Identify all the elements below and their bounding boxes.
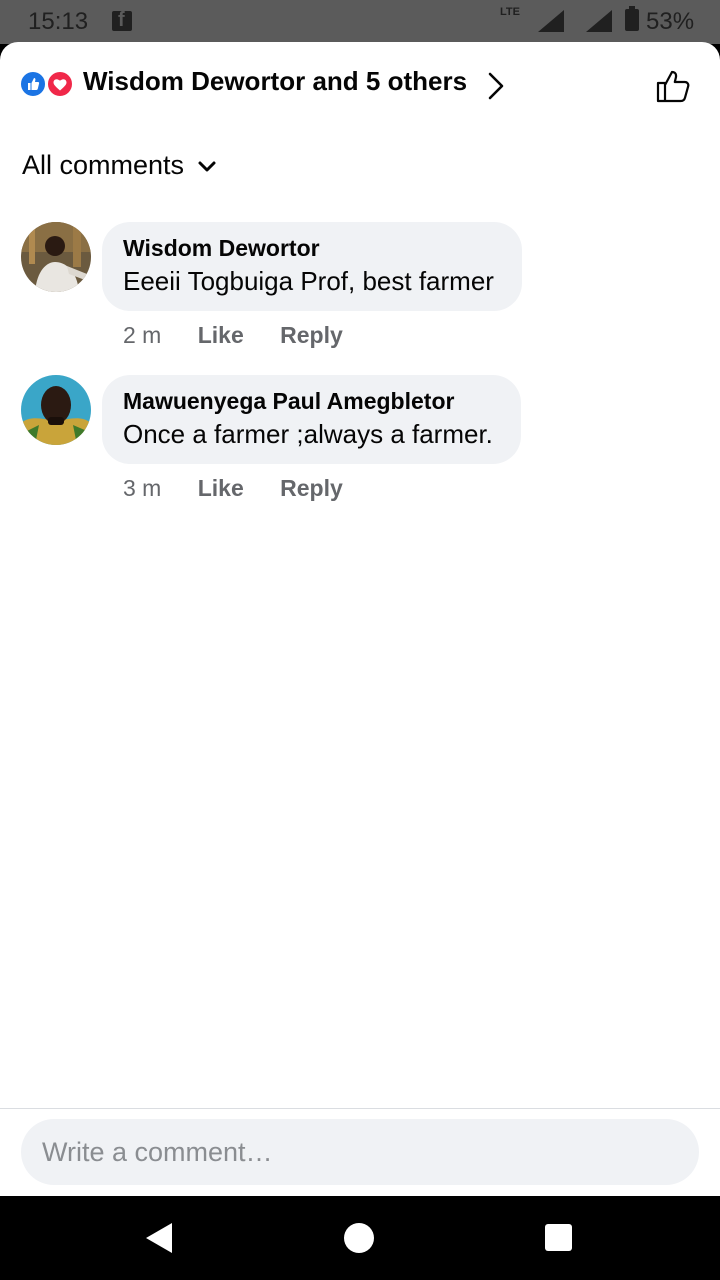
comment-text: Eeeii Togbuiga Prof, best farmer — [123, 266, 494, 296]
love-reaction-icon — [46, 70, 74, 98]
system-navigation-bar — [0, 1196, 720, 1280]
sort-label: All comments — [22, 150, 185, 180]
battery-icon — [625, 6, 639, 31]
network-type: LTE — [500, 6, 520, 18]
signal-icon — [586, 10, 612, 32]
home-icon[interactable] — [344, 1223, 374, 1253]
chevron-right-icon[interactable] — [484, 72, 508, 105]
avatar[interactable] — [21, 375, 91, 445]
reply-button[interactable]: Reply — [280, 475, 343, 501]
comment-actions: 3 m Like Reply — [123, 475, 343, 502]
status-bar: 15:13 LTE 53% — [0, 0, 720, 44]
battery-percent: 53% — [646, 8, 695, 35]
comment-sort-dropdown[interactable]: All comments — [22, 150, 217, 190]
comment-actions: 2 m Like Reply — [123, 322, 343, 349]
facebook-notification-icon — [112, 9, 132, 32]
like-button[interactable]: Like — [198, 475, 244, 501]
divider — [0, 1108, 720, 1109]
back-icon[interactable] — [146, 1223, 172, 1253]
like-button[interactable]: Like — [198, 322, 244, 348]
comment-author[interactable]: Wisdom Dewortor — [123, 234, 494, 262]
reply-button[interactable]: Reply — [280, 322, 343, 348]
comment-text: Once a farmer ;always a farmer. — [123, 419, 493, 449]
status-time: 15:13 — [28, 8, 89, 35]
chevron-down-icon — [197, 160, 217, 179]
signal-icon — [538, 10, 564, 32]
avatar[interactable] — [21, 222, 91, 292]
recents-icon[interactable] — [545, 1224, 572, 1251]
like-outline-icon[interactable] — [654, 66, 694, 111]
reactions-header[interactable]: Wisdom Dewortor and 5 others — [0, 42, 720, 126]
comment-author[interactable]: Mawuenyega Paul Amegbletor — [123, 387, 493, 415]
comment-bubble[interactable]: Mawuenyega Paul Amegbletor Once a farmer… — [102, 375, 521, 464]
comment-bubble[interactable]: Wisdom Dewortor Eeeii Togbuiga Prof, bes… — [102, 222, 522, 311]
comment-input[interactable] — [21, 1119, 699, 1185]
comment-time: 3 m — [123, 475, 162, 501]
comment-time: 2 m — [123, 322, 162, 348]
comments-sheet: Wisdom Dewortor and 5 others All comment… — [0, 42, 720, 1196]
reactions-summary[interactable]: Wisdom Dewortor and 5 others — [83, 66, 467, 97]
like-reaction-icon — [19, 70, 47, 98]
